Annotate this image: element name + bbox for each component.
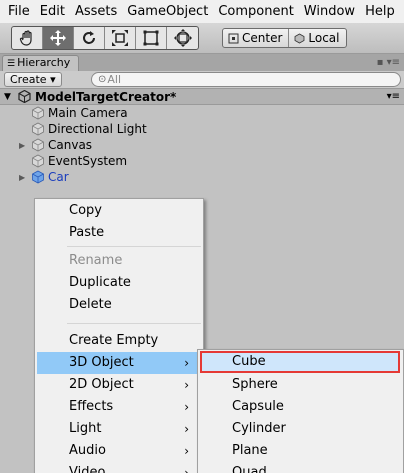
menu-item-audio[interactable]: Audio › (37, 440, 201, 462)
tree-item-directional-light[interactable]: Directional Light (0, 121, 404, 137)
search-icon: ⊙ (98, 74, 107, 85)
scene-name: ModelTargetCreator* (35, 89, 177, 104)
gameobject-cube-icon (32, 106, 44, 120)
transform-icon (173, 29, 192, 47)
dropdown-arrow-icon: ▾ (50, 73, 56, 86)
menu-item-label: Video (69, 465, 106, 473)
create-label: Create (10, 73, 47, 86)
tree-item-label: Canvas (48, 138, 93, 152)
hierarchy-search-row: Create ▾ ⊙ All (0, 71, 404, 89)
rotate-icon (83, 31, 95, 44)
context-menu: Copy Paste Rename Duplicate Delete Creat… (34, 198, 204, 473)
submenu-item-cube[interactable]: Cube (200, 351, 400, 373)
gameobject-cube-icon (32, 122, 44, 136)
move-icon (50, 30, 66, 46)
tree-item-main-camera[interactable]: Main Camera (0, 105, 404, 121)
tree-item-label: Directional Light (48, 122, 147, 136)
scale-icon (112, 30, 128, 46)
gameobject-cube-icon (32, 154, 44, 168)
submenu-arrow-icon: › (184, 356, 189, 370)
panel-menu-icon[interactable]: ▪ ▾≡ (377, 57, 400, 68)
submenu-item-quad[interactable]: Quad (200, 462, 400, 473)
menu-item-label: Light (69, 421, 102, 436)
gameobject-cube-icon (32, 138, 44, 152)
menu-edit[interactable]: Edit (32, 4, 65, 19)
menu-window[interactable]: Window (296, 4, 355, 19)
local-space-icon (293, 32, 305, 44)
menu-help[interactable]: Help (357, 4, 395, 19)
hand-tool-button[interactable] (12, 27, 43, 49)
menu-separator (67, 323, 201, 324)
tree-item-car[interactable]: ▶ Car (0, 169, 404, 185)
tree-item-eventsystem[interactable]: EventSystem (0, 153, 404, 169)
pivot-center-toggle[interactable]: Center (223, 29, 290, 47)
menu-item-copy[interactable]: Copy (37, 200, 201, 222)
hierarchy-search-input[interactable]: ⊙ All (91, 72, 401, 87)
menu-item-label: 3D Object (69, 355, 134, 370)
rect-icon (143, 30, 159, 46)
hierarchy-tab[interactable]: ☰ Hierarchy (2, 55, 79, 71)
tree-item-label: EventSystem (48, 154, 128, 168)
submenu-arrow-icon: › (184, 378, 189, 392)
menu-component[interactable]: Component (210, 4, 293, 19)
menu-item-video[interactable]: Video › (37, 462, 201, 473)
collapse-arrow-icon[interactable]: ▼ (4, 92, 14, 102)
menu-item-effects[interactable]: Effects › (37, 396, 201, 418)
hierarchy-tab-label: Hierarchy (17, 56, 71, 69)
menu-item-light[interactable]: Light › (37, 418, 201, 440)
move-tool-button[interactable] (43, 27, 74, 49)
menu-separator (67, 246, 201, 247)
submenu-arrow-icon: › (184, 422, 189, 436)
pivot-center-icon (227, 32, 239, 44)
toolbar: Center Local (0, 23, 404, 54)
tree-item-label: Car (48, 170, 69, 184)
scene-header[interactable]: ▼ ModelTargetCreator* ▾≡ (0, 89, 404, 105)
menu-assets[interactable]: Assets (67, 4, 117, 19)
menu-item-delete[interactable]: Delete (37, 294, 201, 316)
unity-logo-icon (18, 90, 31, 103)
pivot-local-label: Local (308, 31, 340, 45)
rect-tool-button[interactable] (136, 27, 167, 49)
prefab-cube-icon (32, 170, 44, 184)
search-placeholder: All (107, 73, 122, 86)
menu-item-label: Effects (69, 399, 114, 414)
menu-item-create-empty[interactable]: Create Empty (37, 330, 201, 352)
pivot-local-toggle[interactable]: Local (289, 29, 345, 47)
submenu-arrow-icon: › (184, 466, 189, 473)
scene-options-icon[interactable]: ▾≡ (387, 91, 400, 102)
submenu-arrow-icon: › (184, 444, 189, 458)
submenu-3d-object: Cube Sphere Capsule Cylinder Plane Quad (197, 349, 404, 473)
expand-arrow-icon[interactable]: ▶ (19, 173, 29, 182)
transform-tool-button[interactable] (167, 27, 198, 49)
list-icon: ☰ (7, 59, 16, 69)
submenu-item-plane[interactable]: Plane (200, 440, 400, 462)
expand-arrow-icon[interactable]: ▶ (19, 141, 29, 150)
submenu-item-capsule[interactable]: Capsule (200, 396, 400, 418)
rotate-tool-button[interactable] (74, 27, 105, 49)
menu-item-2d-object[interactable]: 2D Object › (37, 374, 201, 396)
menu-item-rename: Rename (69, 253, 123, 268)
tree-item-canvas[interactable]: ▶ Canvas (0, 137, 404, 153)
create-dropdown-button[interactable]: Create ▾ (4, 72, 62, 87)
menu-item-duplicate[interactable]: Duplicate (37, 272, 201, 294)
menu-item-label: Audio (69, 443, 106, 458)
menu-file[interactable]: File (0, 4, 30, 19)
hand-icon (19, 30, 32, 46)
submenu-item-cylinder[interactable]: Cylinder (200, 418, 400, 440)
menu-gameobject[interactable]: GameObject (119, 4, 208, 19)
menu-item-3d-object[interactable]: 3D Object › (37, 352, 201, 374)
submenu-arrow-icon: › (184, 400, 189, 414)
scale-tool-button[interactable] (105, 27, 136, 49)
tree-item-label: Main Camera (48, 106, 128, 120)
transform-tools (11, 26, 199, 50)
pivot-center-label: Center (242, 31, 283, 45)
hierarchy-tabstrip: ☰ Hierarchy ▪ ▾≡ (0, 54, 404, 71)
menu-bar: File Edit Assets GameObject Component Wi… (0, 0, 404, 23)
menu-item-label: 2D Object (69, 377, 134, 392)
menu-item-paste[interactable]: Paste (37, 222, 201, 244)
pivot-toggles: Center Local (222, 28, 347, 48)
submenu-item-sphere[interactable]: Sphere (200, 374, 400, 396)
